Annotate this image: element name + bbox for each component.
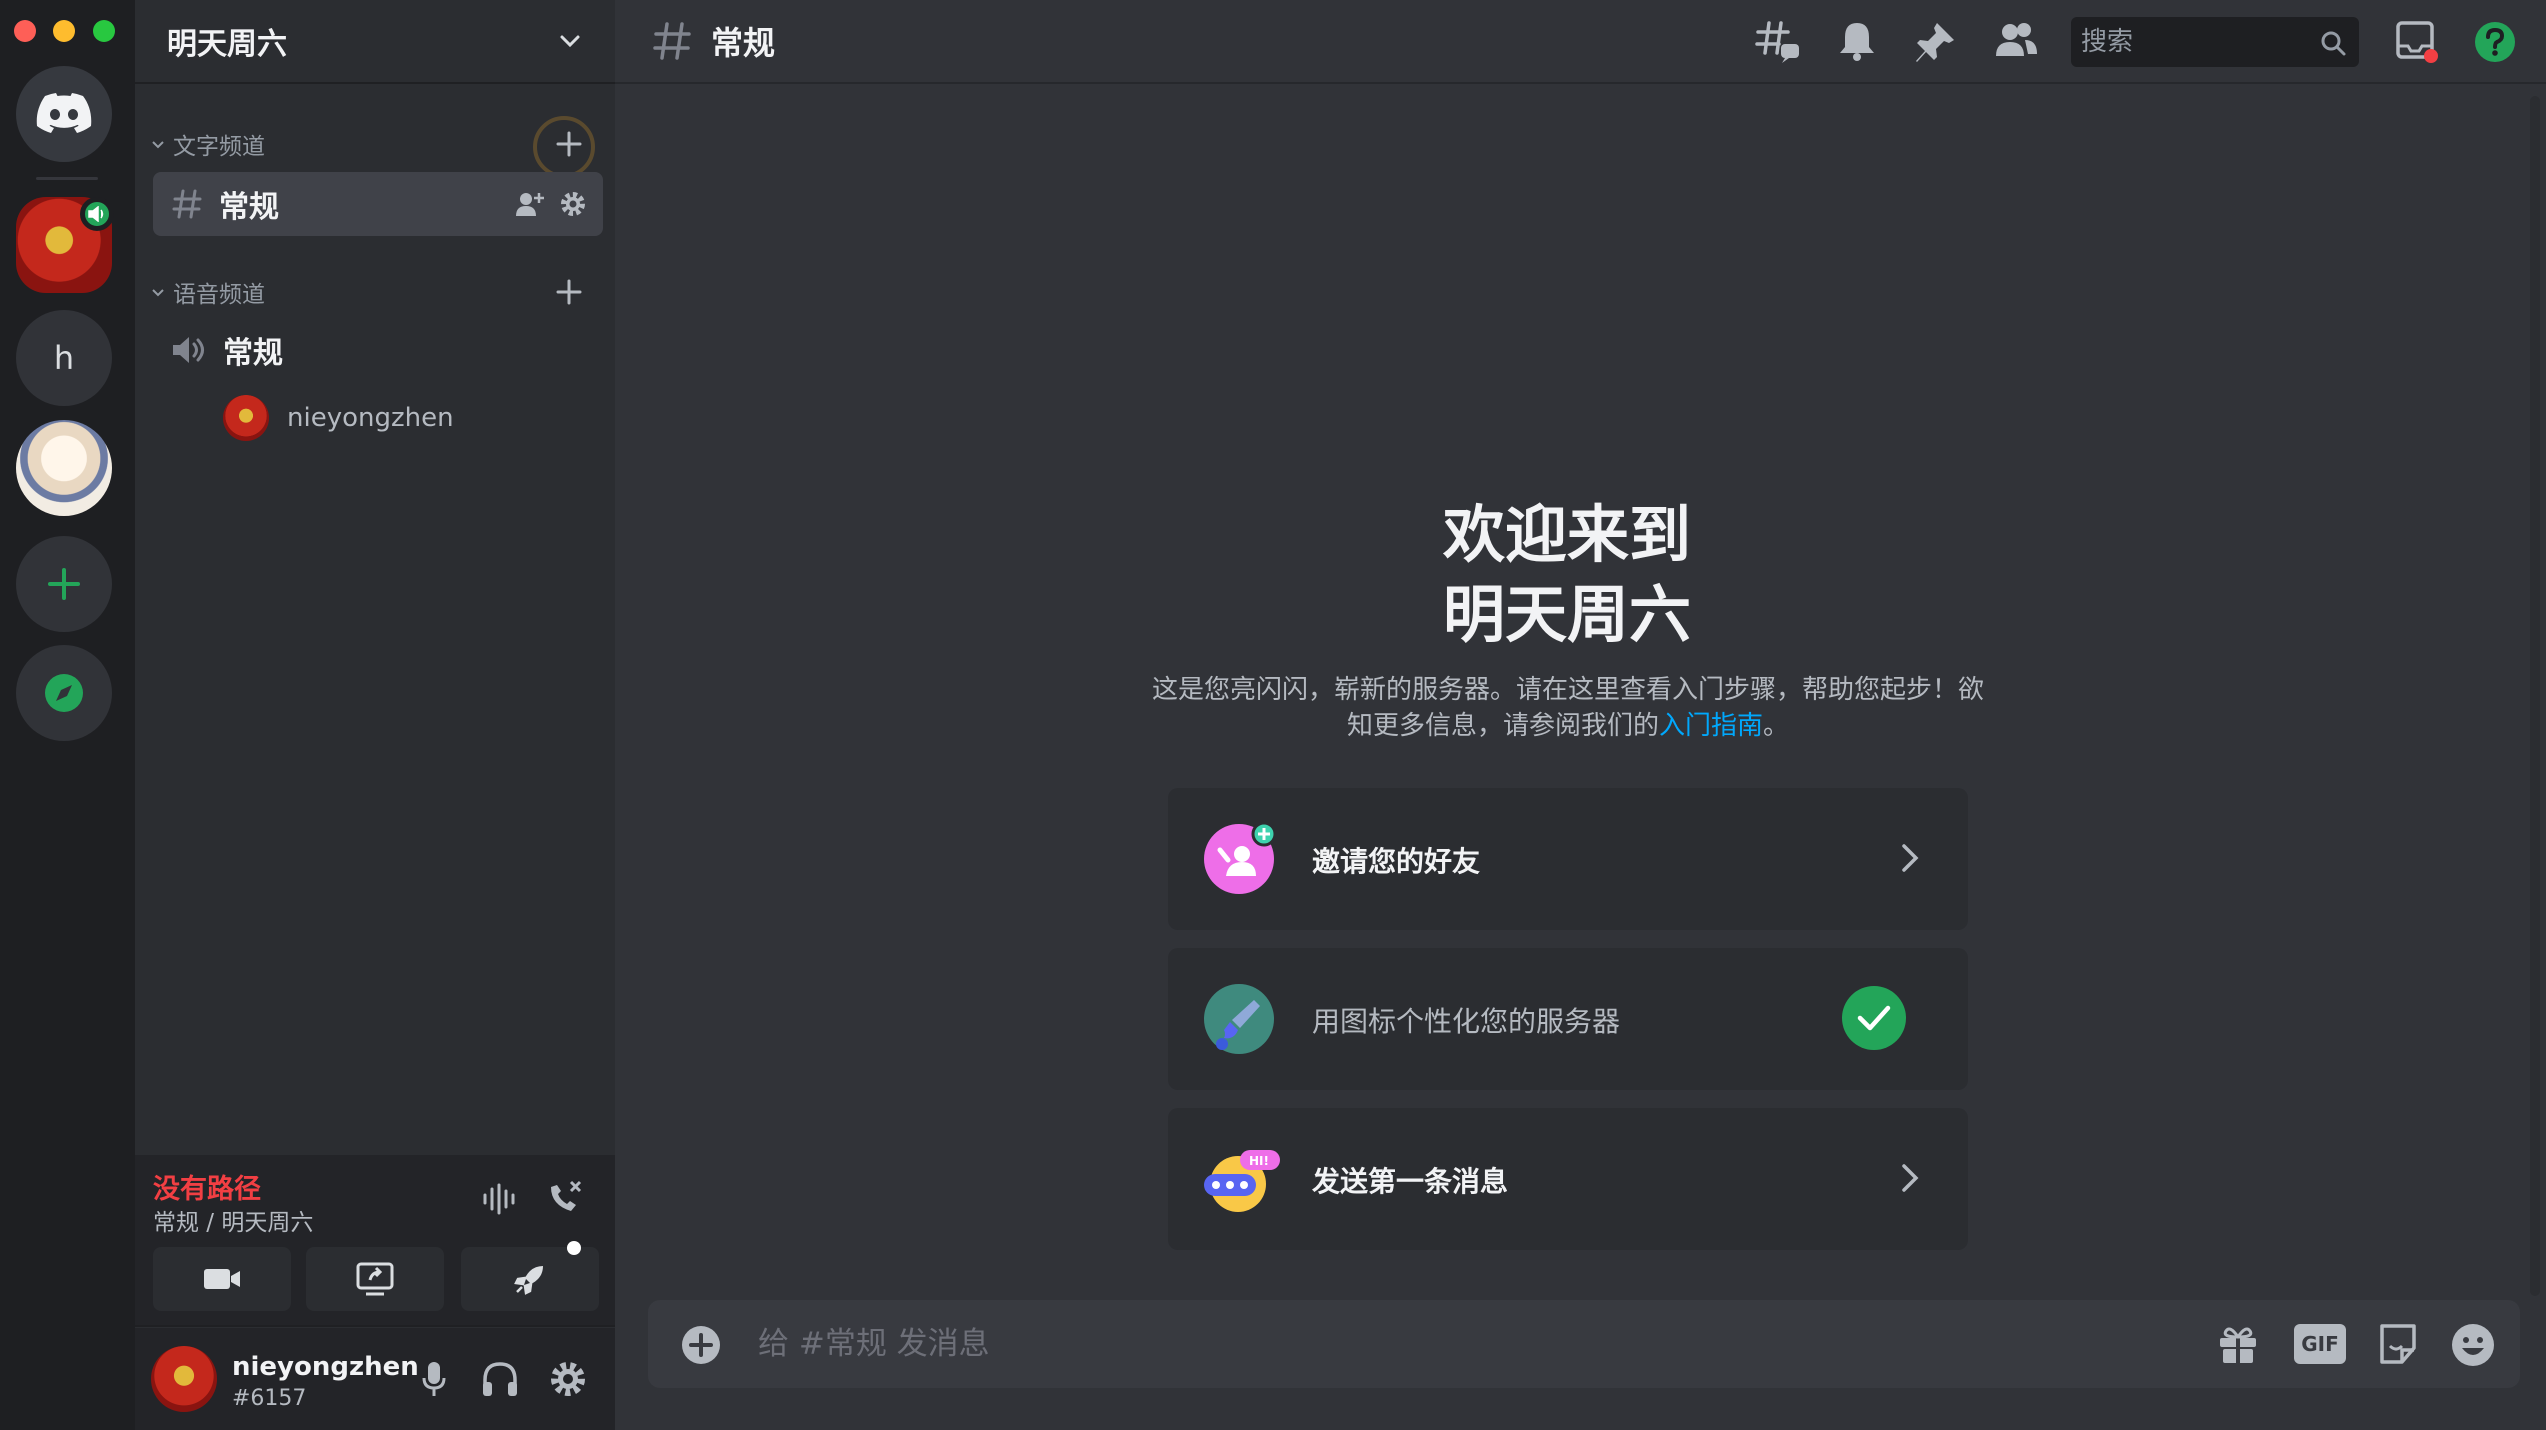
search-box[interactable] (2071, 17, 2359, 67)
add-server-button[interactable] (16, 536, 112, 632)
channel-title: 常规 (711, 24, 776, 62)
welcome-title-line: 欢迎来到 (1442, 498, 1691, 571)
invite-friends-icon (1204, 824, 1274, 894)
noise-suppression-icon[interactable] (481, 1181, 517, 1217)
message-bubble-icon: HI! (1204, 1144, 1280, 1214)
server-icon-h[interactable]: h (16, 310, 112, 406)
camera-icon (204, 1269, 240, 1289)
pin-icon[interactable] (1915, 20, 1957, 62)
welcome-title-line: 明天周六 (1442, 578, 1691, 651)
user-panel: nieyongzhen #6157 (135, 1328, 615, 1430)
sticker-icon[interactable] (2376, 1322, 2420, 1366)
window-close-button[interactable] (14, 20, 36, 42)
getting-started-link[interactable]: 入门指南 (1659, 711, 1763, 741)
headphones-icon[interactable] (481, 1360, 519, 1398)
discord-logo-icon (36, 93, 92, 133)
rail-separator (36, 177, 98, 180)
microphone-icon[interactable] (421, 1360, 447, 1398)
search-input[interactable] (2081, 25, 2301, 59)
hi-bubble-text: HI! (1249, 1154, 1269, 1168)
message-input[interactable] (758, 1320, 1758, 1368)
rocket-icon (514, 1266, 543, 1295)
send-first-message-card[interactable]: HI! 发送第一条消息 (1168, 1108, 1968, 1250)
category-collapse-icon (152, 141, 164, 149)
compass-icon (45, 674, 83, 712)
focus-ring (533, 116, 595, 178)
channel-item-voice-general[interactable]: 常规 (153, 318, 603, 382)
invite-friends-card[interactable]: 邀请您的好友 (1168, 788, 1968, 930)
category-label: 文字频道 (173, 134, 265, 160)
server-header[interactable]: 明天周六 (135, 0, 615, 84)
gif-button[interactable]: GIF (2294, 1324, 2346, 1364)
personalize-server-card[interactable]: 用图标个性化您的服务器 (1168, 948, 1968, 1090)
channel-header: 常规 (615, 0, 2546, 84)
user-tag: #6157 (232, 1386, 307, 1411)
gear-icon[interactable] (559, 190, 587, 218)
avatar[interactable] (151, 1346, 217, 1412)
chevron-right-icon (1902, 844, 1919, 872)
window-zoom-button[interactable] (93, 20, 115, 42)
create-channel-plus-icon[interactable] (553, 276, 585, 308)
card-label: 邀请您的好友 (1312, 845, 1481, 878)
voice-connection-panel: 没有路径 常规 / 明天周六 (135, 1155, 615, 1327)
search-icon (2321, 31, 2346, 56)
video-button[interactable] (153, 1247, 291, 1311)
hashtag-icon (653, 22, 691, 60)
server-icon-mingtian[interactable] (16, 197, 114, 293)
attach-plus-icon[interactable] (680, 1324, 722, 1366)
voice-location[interactable]: 常规 / 明天周六 (153, 1203, 313, 1237)
voice-status[interactable]: 没有路径 (153, 1167, 261, 1206)
help-icon[interactable] (2473, 20, 2517, 64)
chevron-right-icon (1902, 1164, 1919, 1192)
channel-name: 常规 (219, 190, 279, 225)
gift-icon[interactable] (2216, 1322, 2260, 1366)
threads-icon[interactable] (1755, 20, 1801, 64)
welcome-title: 欢迎来到 明天周六 (1167, 495, 1967, 655)
category-voice[interactable]: 语音频道 (145, 272, 605, 312)
inbox-icon[interactable] (2395, 20, 2439, 64)
activities-button[interactable] (461, 1241, 599, 1311)
bell-icon[interactable] (1837, 20, 1877, 62)
member-list-icon[interactable] (1993, 20, 2039, 62)
welcome-description: 这是您亮闪闪，崭新的服务器。请在这里查看入门步骤，帮助您起步！欲知更多信息，请参… (1150, 672, 1986, 744)
category-collapse-icon (152, 289, 164, 297)
message-composer: GIF (648, 1300, 2520, 1388)
welcome-end: 。 (1763, 711, 1790, 741)
speaker-icon (173, 337, 204, 363)
scrollbar[interactable] (2530, 96, 2540, 1296)
welcome-text: 这是您亮闪闪，崭新的服务器。请在这里查看入门步骤，帮助您起步！欲知更多信息，请参… (1151, 675, 1984, 741)
channel-actions (515, 190, 587, 218)
card-label: 用图标个性化您的服务器 (1312, 1005, 1621, 1038)
explore-servers-button[interactable] (16, 645, 112, 741)
avatar (223, 395, 269, 441)
screen-share-button[interactable] (306, 1247, 444, 1311)
username[interactable]: nieyongzhen (232, 1352, 419, 1382)
card-label: 发送第一条消息 (1312, 1165, 1509, 1198)
channel-sidebar: 明天周六 文字频道 常规 语音频道 常规 nieyongzhen 没有路径 常规… (135, 0, 615, 1430)
speaker-icon (88, 206, 104, 222)
channel-name: 常规 (223, 336, 283, 371)
server-icon-hoyoverse[interactable] (16, 420, 112, 516)
invite-member-icon[interactable] (515, 190, 545, 218)
voice-member[interactable]: nieyongzhen (223, 393, 454, 443)
disconnect-icon[interactable] (545, 1177, 585, 1217)
hashtag-icon (172, 189, 202, 219)
home-button[interactable] (16, 66, 112, 162)
gear-icon[interactable] (549, 1360, 587, 1398)
paintbrush-icon (1204, 984, 1274, 1054)
category-label: 语音频道 (173, 282, 265, 308)
chevron-down-icon (560, 35, 580, 48)
emoji-icon[interactable] (2450, 1322, 2496, 1368)
notification-dot (567, 1241, 581, 1255)
window-minimize-button[interactable] (53, 20, 75, 42)
voice-member-name: nieyongzhen (287, 403, 454, 433)
server-rail: h (0, 0, 135, 1430)
server-name: 明天周六 (167, 27, 287, 62)
voice-active-badge (80, 197, 114, 231)
server-initial: h (53, 339, 75, 377)
channel-item-text-general[interactable]: 常规 (153, 172, 603, 236)
plus-icon (48, 568, 80, 600)
completed-check-icon (1842, 986, 1906, 1050)
screen-share-icon (356, 1262, 394, 1296)
